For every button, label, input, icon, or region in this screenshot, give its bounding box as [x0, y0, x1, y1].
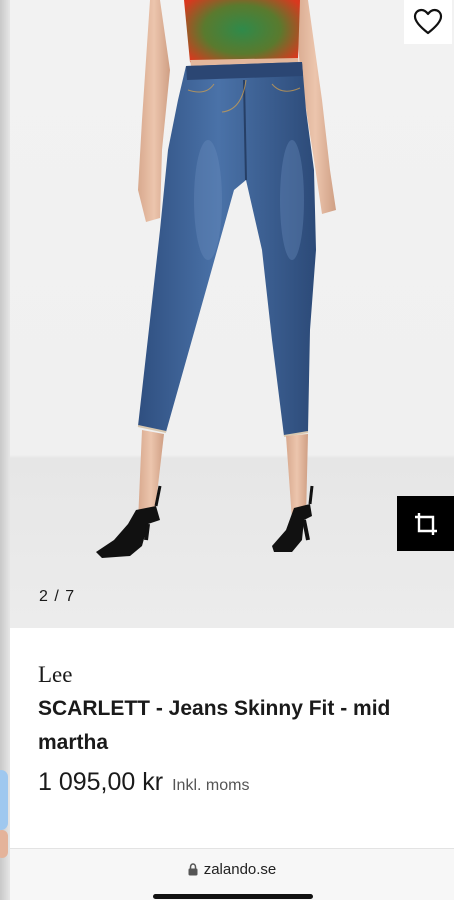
url-text: zalando.se — [203, 861, 277, 878]
product-price: 1 095,00 kr — [38, 768, 164, 796]
lock-icon — [188, 863, 198, 876]
image-counter: 2 / 7 — [39, 588, 76, 605]
product-brand[interactable]: Lee — [38, 662, 72, 688]
product-photo — [96, 0, 336, 558]
background-app-fragment — [0, 830, 8, 858]
price-row: 1 095,00 kr Inkl. moms — [38, 768, 249, 797]
zoom-crop-button[interactable] — [397, 496, 454, 551]
product-image-gallery[interactable]: 2 / 7 — [10, 0, 454, 628]
browser-address-bar[interactable]: zalando.se — [10, 848, 454, 900]
crop-icon — [414, 512, 437, 535]
product-info: Lee SCARLETT - Jeans Skinny Fit - mid ma… — [10, 628, 454, 848]
background-edge — [0, 0, 10, 900]
url-display[interactable]: zalando.se — [10, 861, 454, 878]
vat-note: Inkl. moms — [172, 777, 250, 794]
home-indicator[interactable] — [153, 894, 313, 899]
heart-outline-icon — [413, 8, 443, 35]
product-page: 2 / 7 Lee SCARLETT - Jeans Skinny Fit - … — [10, 0, 454, 900]
favorite-button[interactable] — [404, 0, 452, 44]
background-app-fragment — [0, 770, 8, 830]
left-heel-shoe — [96, 506, 160, 558]
product-title: SCARLETT - Jeans Skinny Fit - mid martha — [38, 697, 391, 754]
